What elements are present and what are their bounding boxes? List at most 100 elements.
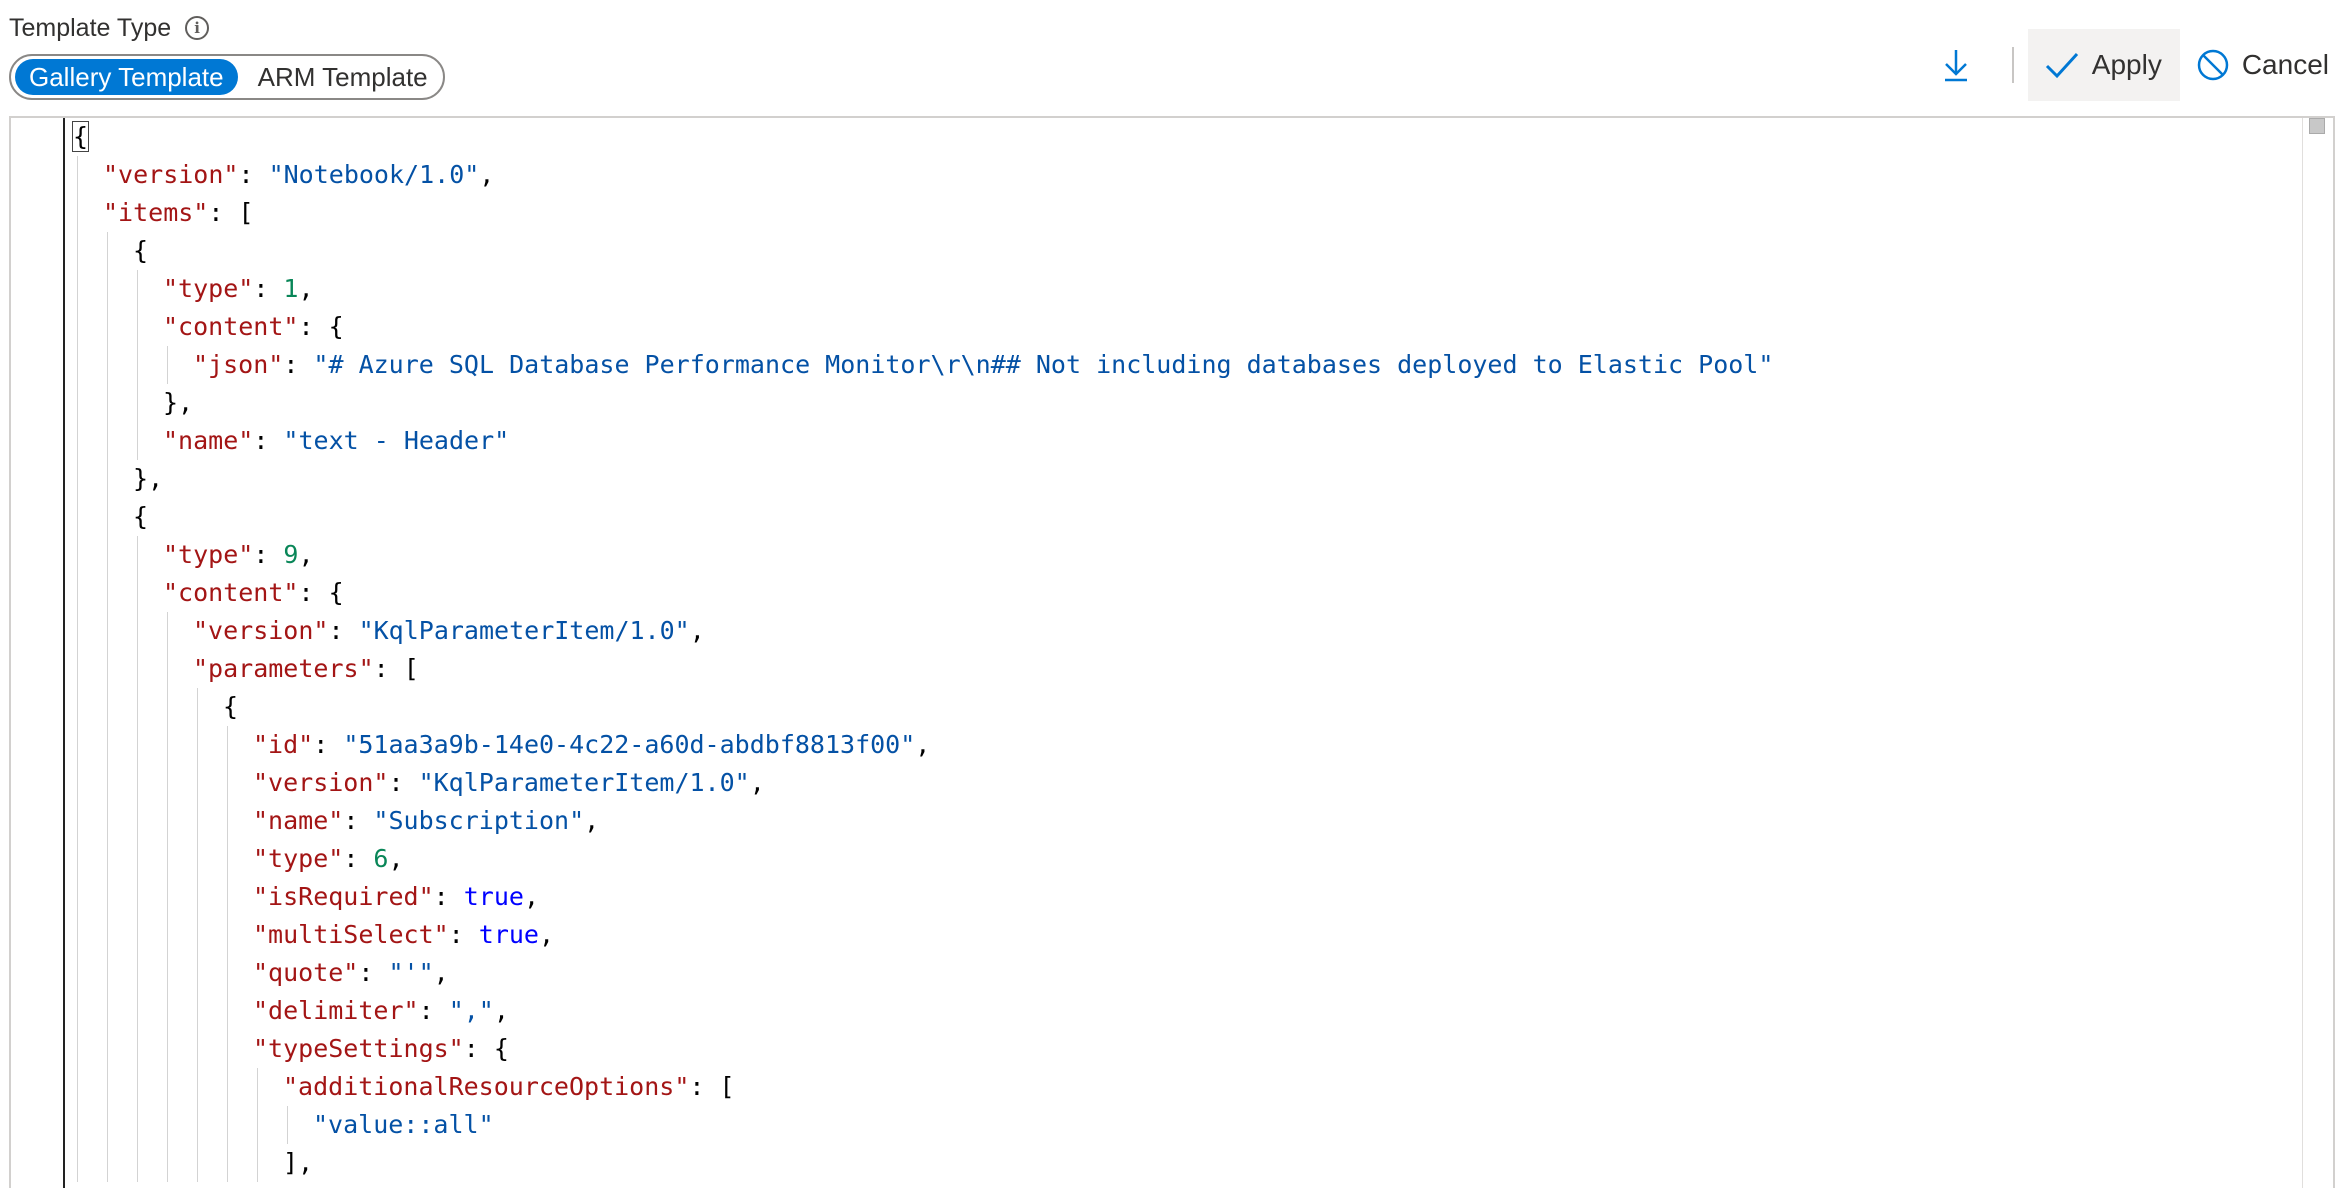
indent-guide (107, 536, 108, 574)
indent-guide (137, 802, 138, 840)
indent-guide (77, 422, 78, 460)
indent-guide (137, 422, 138, 460)
code-token: , (479, 160, 495, 189)
code-token: "type" (253, 844, 344, 873)
code-token: { (133, 502, 149, 531)
code-token: "51aa3a9b-14e0-4c22-a60d-abdbf8813f00" (343, 730, 916, 759)
code-line: "content": { (73, 308, 1773, 346)
indent-guide (137, 878, 138, 916)
vertical-scrollbar[interactable] (2302, 118, 2333, 1188)
code-token: 6 (373, 844, 389, 873)
code-line: "typeSettings": { (73, 1030, 1773, 1068)
info-icon[interactable]: i (185, 16, 210, 40)
code-token: : [ (689, 1072, 735, 1101)
code-line: "isRequired": true, (73, 878, 1773, 916)
indent-guide (107, 498, 108, 536)
code-token: "version" (103, 160, 239, 189)
indent-guide (77, 384, 78, 422)
indent-guide (107, 726, 108, 764)
indent-guide (137, 536, 138, 574)
code-content[interactable]: {"version": "Notebook/1.0", "items": [{"t… (71, 118, 1773, 1182)
download-icon[interactable] (1936, 35, 1976, 95)
indent-guide (107, 1030, 108, 1068)
code-token: : (388, 768, 419, 797)
code-text: "name": "Subscription", (253, 806, 599, 835)
indent-guide (197, 688, 198, 726)
code-text: "type": 6, (253, 844, 404, 873)
indent-guide (77, 1144, 78, 1182)
indent-guide (107, 232, 108, 270)
indent-guide (197, 954, 198, 992)
cancel-label: Cancel (2241, 49, 2329, 80)
indent-guide (227, 840, 228, 878)
cancel-button[interactable]: Cancel (2180, 29, 2345, 101)
code-text: "quote": "'", (253, 958, 449, 987)
template-type-toggle[interactable]: Gallery Template ARM Template (9, 54, 445, 100)
code-token: , (493, 996, 509, 1025)
code-token: "parameters" (193, 654, 374, 683)
code-token: "value::all" (313, 1110, 494, 1139)
indent-guide (77, 1106, 78, 1144)
indent-guide (107, 612, 108, 650)
code-token: , (298, 274, 314, 303)
code-line: }, (73, 460, 1773, 498)
indent-guide (107, 878, 108, 916)
indent-guide (227, 1144, 228, 1182)
indent-guide (107, 346, 108, 384)
indent-guide (167, 688, 168, 726)
indent-guide (137, 308, 138, 346)
code-token: , (523, 882, 540, 911)
code-token: : (448, 920, 479, 949)
code-line: ], (73, 1144, 1773, 1182)
code-token: { (71, 121, 90, 152)
indent-guide (227, 1030, 228, 1068)
code-token: : (253, 274, 284, 303)
indent-guide (77, 232, 78, 270)
indent-guide (77, 1030, 78, 1068)
code-text: { (133, 236, 148, 265)
arm-template-option[interactable]: ARM Template (238, 59, 448, 95)
indent-guide (137, 612, 138, 650)
indent-guide (137, 384, 138, 422)
indent-guide (77, 460, 78, 498)
indent-guide (137, 270, 138, 308)
json-code-editor[interactable]: {"version": "Notebook/1.0", "items": [{"t… (9, 116, 2335, 1188)
code-token: : (283, 350, 314, 379)
indent-guide (167, 840, 168, 878)
code-token: "name" (163, 426, 254, 455)
code-token: "multiSelect" (253, 920, 449, 949)
indent-guide (77, 1068, 78, 1106)
code-token: "quote" (253, 958, 359, 987)
indent-guide (77, 650, 78, 688)
indent-guide (227, 954, 228, 992)
code-text: ], (283, 1148, 313, 1177)
code-token: true (478, 920, 539, 949)
indent-guide (167, 802, 168, 840)
indent-guide (227, 1068, 228, 1106)
code-text: "content": { (163, 578, 344, 607)
apply-button[interactable]: Apply (2027, 29, 2180, 101)
code-token: : [ (373, 654, 419, 683)
code-token: "id" (253, 730, 314, 759)
code-token: , (915, 730, 931, 759)
code-text: }, (163, 388, 193, 417)
code-token: : { (463, 1034, 509, 1063)
code-line: "name": "text - Header" (73, 422, 1773, 460)
indent-guide (77, 802, 78, 840)
code-text: "json": "# Azure SQL Database Performanc… (193, 350, 1773, 379)
indent-guide (197, 916, 198, 954)
code-token: "typeSettings" (253, 1034, 464, 1063)
indent-guide (167, 1144, 168, 1182)
gallery-template-option[interactable]: Gallery Template (15, 59, 238, 95)
code-token: : (313, 730, 344, 759)
indent-guide (167, 650, 168, 688)
code-token: : (343, 844, 374, 873)
code-line: "parameters": [ (73, 650, 1773, 688)
code-text: "version": "KqlParameterItem/1.0", (253, 768, 765, 797)
indent-guide (287, 1106, 288, 1144)
indent-guide (197, 764, 198, 802)
indent-guide (77, 346, 78, 384)
code-line: "type": 6, (73, 840, 1773, 878)
indent-guide (227, 992, 228, 1030)
scrollbar-thumb[interactable] (2309, 118, 2325, 134)
